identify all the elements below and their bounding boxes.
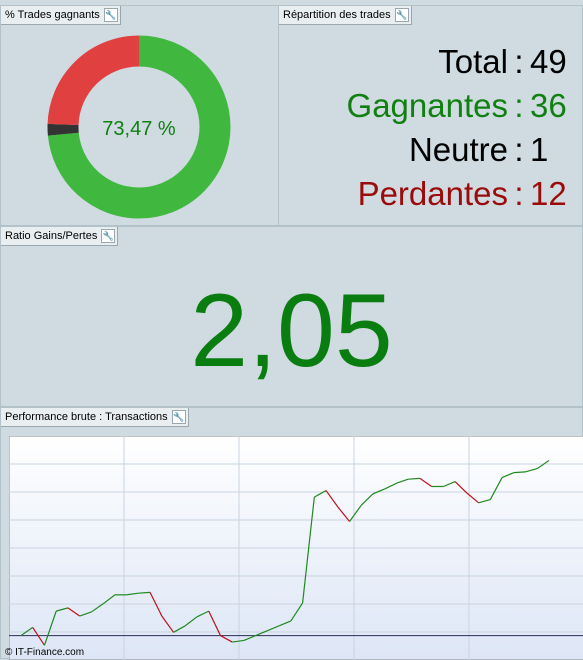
win-rate-panel-title: % Trades gagnants xyxy=(5,9,100,21)
stat-row-perdantes: Perdantes : 12 xyxy=(286,174,576,214)
wrench-icon[interactable]: 🔧 xyxy=(101,229,116,243)
stat-value: 36 xyxy=(530,87,567,124)
donut-center-label: 73,47 % xyxy=(102,118,176,140)
stat-label: Total xyxy=(438,43,508,80)
stat-label: Gagnantes xyxy=(346,87,508,124)
gain-segment xyxy=(138,591,151,594)
trade-breakdown-panel-header: Répartition des trades 🔧 xyxy=(279,6,412,25)
win-rate-panel: % Trades gagnants 🔧 73,47 % xyxy=(0,5,279,226)
performance-panel-title: Performance brute : Transactions xyxy=(5,411,168,423)
stat-value: 49 xyxy=(530,43,567,80)
stat-separator: : xyxy=(514,43,524,80)
stat-label: Neutre xyxy=(408,131,508,168)
win-rate-donut: 73,47 % xyxy=(47,35,231,219)
stat-value: 12 xyxy=(530,175,567,212)
stat-row-total: Total : 49 xyxy=(286,42,576,82)
wrench-icon[interactable]: 🔧 xyxy=(171,410,186,424)
ratio-panel: Ratio Gains/Pertes 🔧 2,05 xyxy=(0,226,583,407)
copyright-footer: © IT-Finance.com xyxy=(5,647,85,658)
performance-panel-header: Performance brute : Transactions 🔧 xyxy=(1,408,189,427)
ratio-panel-title: Ratio Gains/Pertes xyxy=(5,230,98,242)
wrench-icon[interactable]: 🔧 xyxy=(394,8,409,22)
ratio-value: 2,05 xyxy=(190,273,393,389)
stat-row-neutre: Neutre : 1 xyxy=(286,130,576,170)
stat-label: Perdantes xyxy=(357,175,508,212)
win-rate-panel-header: % Trades gagnants 🔧 xyxy=(1,6,121,25)
stat-row-gagnantes: Gagnantes : 36 xyxy=(286,86,576,126)
performance-line-chart xyxy=(9,436,583,660)
stat-separator: : xyxy=(514,175,524,212)
stat-value: 1 xyxy=(530,131,549,168)
ratio-panel-header: Ratio Gains/Pertes 🔧 xyxy=(1,227,119,246)
wrench-icon[interactable]: 🔧 xyxy=(103,8,118,22)
gain-segment xyxy=(513,471,526,474)
stat-separator: : xyxy=(514,87,524,124)
trade-breakdown-panel: Répartition des trades 🔧 Total : 49 Gagn… xyxy=(278,5,583,226)
stat-separator: : xyxy=(514,131,524,168)
performance-panel: Performance brute : Transactions 🔧 © IT-… xyxy=(0,407,583,660)
gain-segment xyxy=(408,477,420,480)
trade-breakdown-panel-title: Répartition des trades xyxy=(283,9,391,21)
